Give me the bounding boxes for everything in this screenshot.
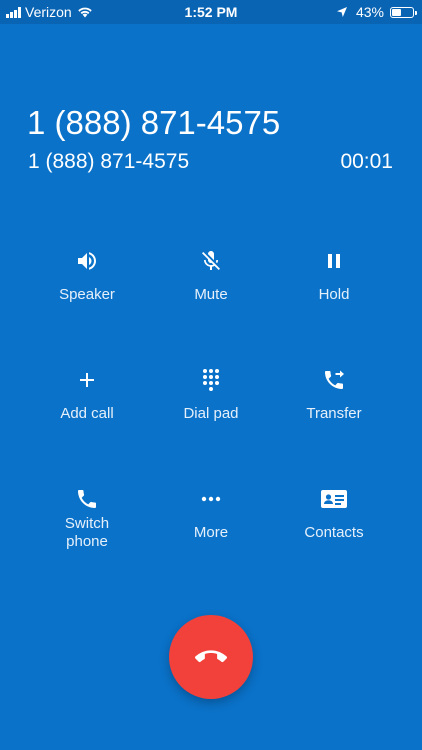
dialpad-icon: [203, 369, 219, 391]
contacts-label: Contacts: [304, 524, 364, 541]
end-call-button[interactable]: [169, 615, 253, 699]
call-timer: 00:01: [340, 150, 393, 173]
transfer-label: Transfer: [306, 405, 362, 422]
more-horizontal-icon: [201, 496, 221, 502]
battery-level: [392, 8, 401, 16]
dial-pad-label: Dial pad: [183, 405, 239, 422]
mute-label: Mute: [194, 286, 228, 303]
speaker-label: Speaker: [59, 286, 115, 303]
speaker-icon: [78, 252, 96, 270]
mic-off-icon: [202, 251, 220, 270]
battery-icon: [390, 6, 417, 18]
call-transfer-icon: [325, 370, 344, 389]
contact-card-icon: [321, 490, 347, 508]
switch-phone-label-line1: Switch: [64, 515, 110, 532]
hold-label: Hold: [318, 286, 350, 303]
switch-phone-label-line2: phone: [66, 533, 108, 550]
status-bar: Verizon 1:52 PM 43%: [0, 0, 422, 24]
location-arrow-icon: [336, 7, 347, 17]
status-bar-right: 43%: [336, 3, 417, 21]
call-end-icon: [195, 650, 227, 663]
caller-number: 1 (888) 871-4575: [28, 150, 190, 173]
plus-icon: [80, 373, 94, 387]
more-label: More: [193, 524, 229, 541]
battery-percent: 43%: [355, 4, 384, 20]
pause-icon: [328, 254, 340, 268]
switch-phone-label: Switch phone: [27, 515, 147, 551]
phone-icon: [78, 490, 96, 508]
add-call-label: Add call: [60, 405, 114, 422]
caller-name: 1 (888) 871-4575: [27, 104, 281, 141]
